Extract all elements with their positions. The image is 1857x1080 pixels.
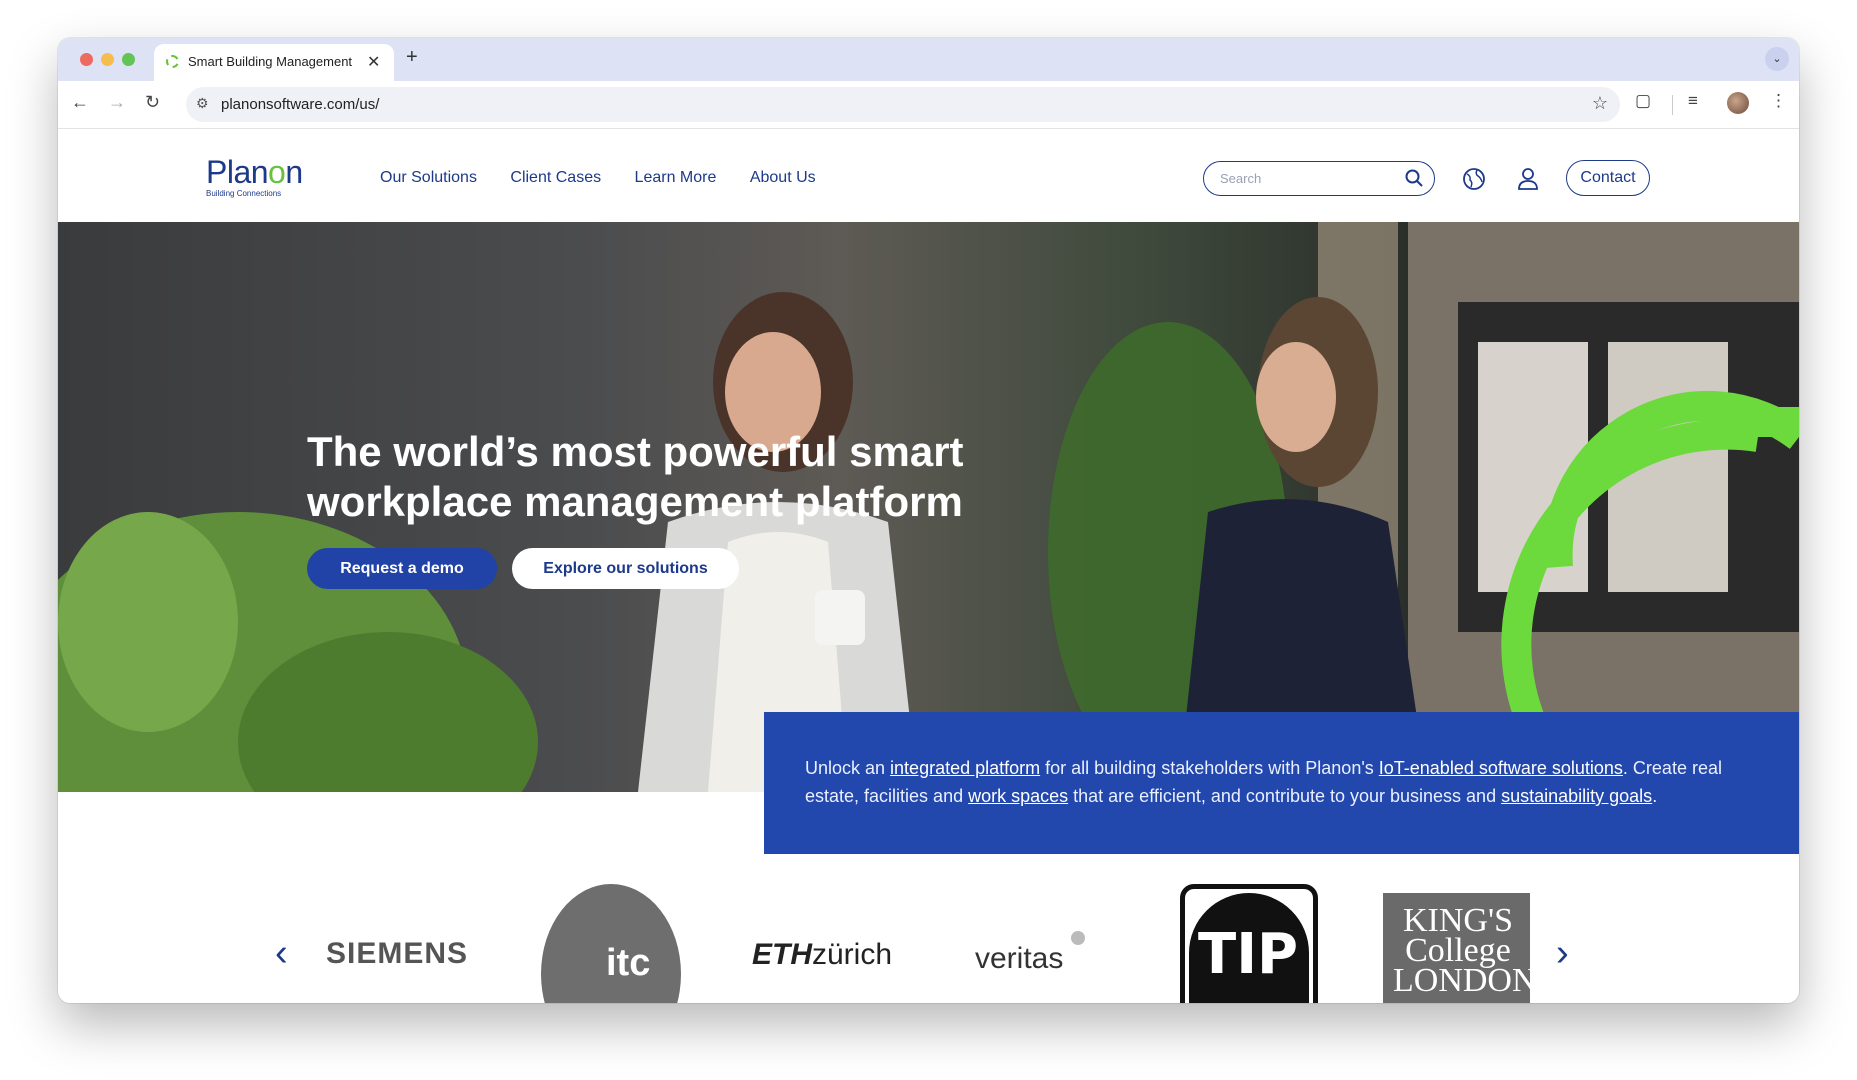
work-spaces-link[interactable]: work spaces bbox=[968, 786, 1068, 806]
user-account-icon[interactable] bbox=[1517, 167, 1539, 191]
minimize-window-button[interactable] bbox=[101, 53, 114, 66]
planon-favicon-icon bbox=[166, 55, 179, 68]
url-text[interactable]: planonsoftware.com/us/ bbox=[221, 96, 379, 113]
close-tab-icon[interactable]: ✕ bbox=[367, 52, 380, 72]
extensions-icon[interactable]: ▢ bbox=[1635, 91, 1651, 111]
kings-college-logo: KING'S College LONDON bbox=[1393, 902, 1537, 999]
nav-about-us[interactable]: About Us bbox=[750, 169, 816, 186]
browser-window: Smart Building Management ✕ + ⌄ ← → ↻ ⚙ … bbox=[58, 38, 1799, 1003]
reload-icon[interactable]: ↻ bbox=[145, 92, 160, 113]
tab-title: Smart Building Management bbox=[188, 54, 353, 69]
hero-banner: The world’s most powerful smart workplac… bbox=[58, 222, 1799, 792]
tab-search-button[interactable]: ⌄ bbox=[1765, 47, 1789, 71]
planon-logo[interactable]: Planon Building Connections bbox=[206, 156, 303, 198]
client-logo-carousel: ‹ SIEMENS itc ETHzürich veritas TIP KING… bbox=[58, 874, 1799, 1003]
veritas-logo-mark bbox=[1071, 931, 1085, 945]
search-input[interactable] bbox=[1218, 170, 1402, 187]
contact-button[interactable]: Contact bbox=[1566, 160, 1650, 196]
toolbar-divider bbox=[1672, 95, 1673, 115]
close-window-button[interactable] bbox=[80, 53, 93, 66]
explore-solutions-button[interactable]: Explore our solutions bbox=[512, 548, 739, 589]
itc-logo: itc bbox=[606, 942, 651, 984]
browser-tab[interactable]: Smart Building Management ✕ bbox=[154, 44, 394, 81]
iot-solutions-link[interactable]: IoT-enabled software solutions bbox=[1379, 758, 1623, 778]
browser-toolbar: ← → ↻ ⚙ planonsoftware.com/us/ ☆ ▢ ≡ ⋮ bbox=[58, 81, 1799, 129]
web-page: Planon Building Connections Our Solution… bbox=[58, 129, 1799, 1003]
media-control-icon[interactable]: ≡ bbox=[1688, 91, 1698, 111]
site-settings-icon[interactable]: ⚙ bbox=[196, 95, 209, 112]
veritas-logo: veritas bbox=[975, 942, 1064, 975]
main-navigation: Our Solutions Client Cases Learn More Ab… bbox=[380, 169, 845, 187]
siemens-logo: SIEMENS bbox=[326, 937, 469, 970]
nav-our-solutions[interactable]: Our Solutions bbox=[380, 169, 477, 186]
new-tab-button[interactable]: + bbox=[406, 46, 418, 69]
address-bar[interactable]: ⚙ planonsoftware.com/us/ ☆ bbox=[186, 87, 1620, 122]
tip-logo: TIP bbox=[1198, 922, 1299, 987]
intro-panel: Unlock an integrated platform for all bu… bbox=[764, 712, 1799, 854]
hero-title: The world’s most powerful smart workplac… bbox=[307, 428, 964, 525]
tab-bar: Smart Building Management ✕ + ⌄ bbox=[58, 38, 1799, 81]
profile-avatar[interactable] bbox=[1727, 92, 1749, 114]
bookmark-star-icon[interactable]: ☆ bbox=[1592, 93, 1608, 114]
back-arrow-icon[interactable]: ← bbox=[71, 92, 89, 113]
search-box[interactable] bbox=[1203, 161, 1435, 196]
forward-arrow-icon[interactable]: → bbox=[108, 92, 126, 113]
request-demo-button[interactable]: Request a demo bbox=[307, 548, 497, 589]
intro-text: Unlock an integrated platform for all bu… bbox=[805, 758, 1722, 806]
globe-icon[interactable] bbox=[1462, 167, 1486, 191]
carousel-prev-icon[interactable]: ‹ bbox=[275, 934, 288, 972]
logo-wordmark: Planon bbox=[206, 154, 303, 190]
search-icon[interactable] bbox=[1404, 168, 1424, 188]
carousel-next-icon[interactable]: › bbox=[1556, 934, 1569, 972]
maximize-window-button[interactable] bbox=[122, 53, 135, 66]
eth-zurich-logo: ETHzürich bbox=[752, 938, 893, 971]
logo-subtitle: Building Connections bbox=[206, 189, 282, 198]
nav-learn-more[interactable]: Learn More bbox=[635, 169, 717, 186]
browser-menu-icon[interactable]: ⋮ bbox=[1770, 91, 1787, 111]
integrated-platform-link[interactable]: integrated platform bbox=[890, 758, 1040, 778]
nav-client-cases[interactable]: Client Cases bbox=[510, 169, 601, 186]
site-header: Planon Building Connections Our Solution… bbox=[58, 129, 1799, 222]
sustainability-goals-link[interactable]: sustainability goals bbox=[1501, 786, 1652, 806]
